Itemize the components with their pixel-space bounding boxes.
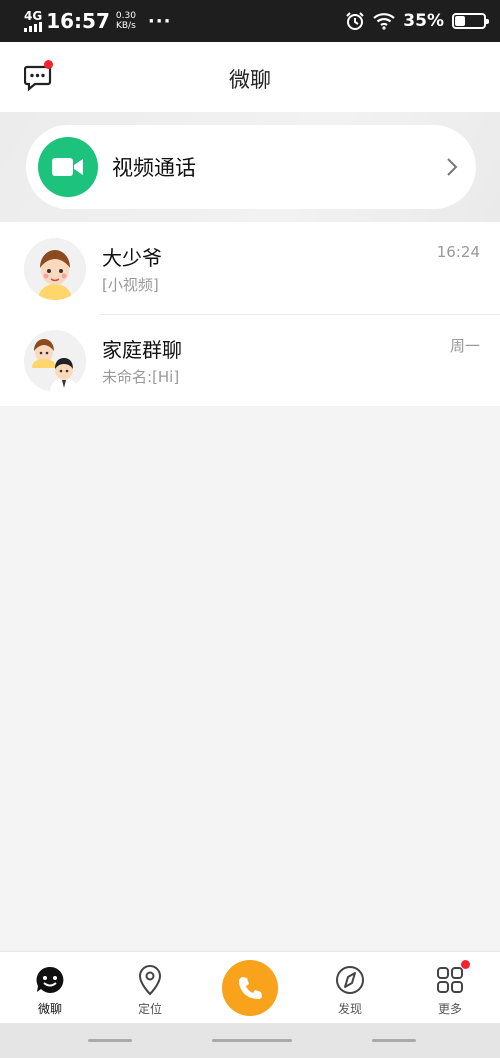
nav-label: 更多 <box>437 1002 462 1016</box>
network-type: 4G <box>24 8 43 23</box>
nav-discover[interactable]: 发现 <box>300 952 400 1023</box>
location-pin-icon <box>134 964 166 996</box>
nav-location[interactable]: 定位 <box>100 952 200 1023</box>
speed-value: 0.30 <box>115 11 136 21</box>
nav-weiliao[interactable]: 微聊 <box>0 952 100 1023</box>
gesture-home[interactable] <box>212 1039 292 1042</box>
chat-list: 大少爷 [小视频] 16:24 家庭群聊 未命名:[Hi] 周一 <box>0 222 500 406</box>
video-call-label: 视频通话 <box>112 156 196 180</box>
chat-preview: 未命名:[Hi] <box>102 368 180 386</box>
chat-name: 大少爷 <box>102 246 162 270</box>
network-speed: 0.30 KB/s <box>116 11 136 31</box>
signal-icon: 4G <box>24 8 43 32</box>
status-bar: 4G 16:57 0.30 KB/s ··· 35% <box>0 0 500 42</box>
speed-unit: KB/s <box>115 21 136 31</box>
chat-face-icon <box>34 964 66 996</box>
nav-call[interactable] <box>200 952 300 1023</box>
chat-name: 家庭群聊 <box>102 338 182 362</box>
phone-icon <box>239 977 262 999</box>
nav-more[interactable]: 更多 <box>400 952 500 1023</box>
wifi-icon <box>373 13 396 30</box>
chat-item-family-group[interactable]: 家庭群聊 未命名:[Hi] 周一 <box>0 314 500 406</box>
battery-percent: 35% <box>403 11 444 31</box>
chat-item-dashaoye[interactable]: 大少爷 [小视频] 16:24 <box>0 222 500 314</box>
chevron-right-icon <box>447 158 458 176</box>
group-avatar <box>24 330 86 392</box>
gesture-right[interactable] <box>372 1039 416 1042</box>
call-button[interactable] <box>222 960 278 1016</box>
nav-label: 微聊 <box>37 1002 62 1016</box>
compass-icon <box>334 964 366 996</box>
page-title: 微聊 <box>229 68 271 92</box>
nav-label: 发现 <box>337 1002 362 1016</box>
video-call-button[interactable]: 视频通话 <box>26 125 476 209</box>
alarm-icon <box>346 12 365 30</box>
notification-dot <box>461 960 470 969</box>
grid-icon <box>434 960 470 996</box>
chat-time: 16:24 <box>436 243 480 261</box>
boy-avatar <box>24 238 86 300</box>
top-bar: 微聊 <box>0 42 500 112</box>
chat-preview: [小视频] <box>102 276 159 294</box>
gesture-bar <box>0 1023 500 1058</box>
gesture-left[interactable] <box>88 1039 132 1042</box>
battery-icon <box>452 13 489 29</box>
chat-time: 周一 <box>449 337 480 355</box>
more-notifications: ··· <box>147 10 172 32</box>
video-call-banner: 视频通话 <box>0 112 500 222</box>
video-camera-icon <box>38 137 98 197</box>
nav-label: 定位 <box>137 1002 162 1016</box>
clock: 16:57 <box>46 9 110 33</box>
bottom-nav: 微聊 定位 发现 更多 <box>0 951 500 1023</box>
